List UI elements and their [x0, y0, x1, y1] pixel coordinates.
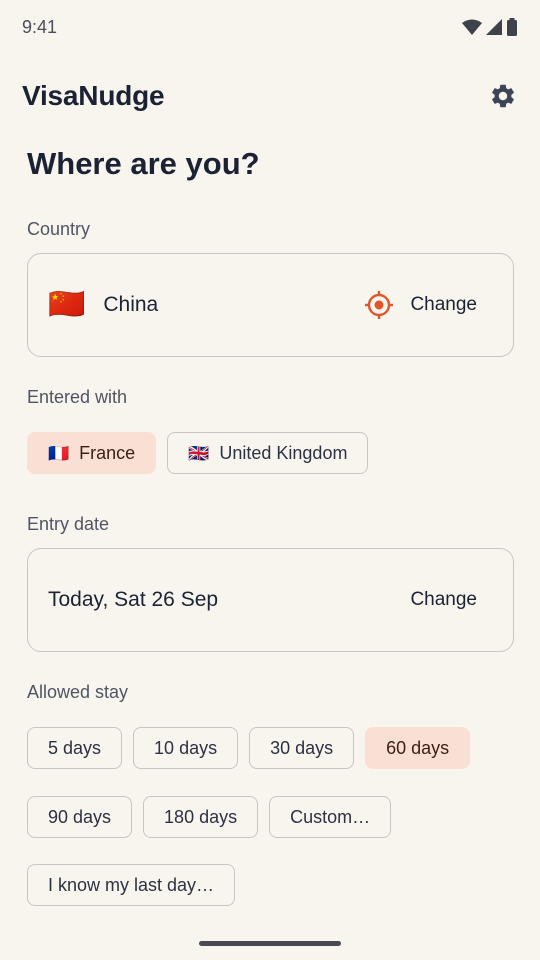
- chip-label: France: [79, 442, 136, 463]
- location-target-icon: [365, 291, 394, 319]
- france-flag-icon: 🇫🇷: [48, 443, 70, 463]
- allowed-stay-label: Allowed stay: [27, 682, 129, 702]
- country-label: Country: [27, 219, 91, 239]
- gear-icon: [492, 84, 514, 108]
- country-value: China: [103, 293, 159, 316]
- cellular-signal-icon: [486, 19, 502, 35]
- status-bar: 9:41: [0, 0, 540, 54]
- page-title: Where are you?: [27, 146, 260, 181]
- change-country-label: Change: [410, 294, 477, 315]
- status-time: 9:41: [22, 16, 58, 37]
- change-date-button[interactable]: Change: [410, 589, 493, 611]
- app-title: VisaNudge: [22, 80, 165, 111]
- change-country-button[interactable]: Change: [364, 290, 493, 320]
- stay-chips-row-1: 5 days 10 days 30 days 60 days: [27, 727, 471, 769]
- chip-united-kingdom[interactable]: 🇬🇧 United Kingdom: [167, 432, 369, 474]
- stay-chips-row-3: I know my last day…: [27, 864, 236, 906]
- chip-custom[interactable]: Custom…: [269, 796, 392, 838]
- entry-date-card[interactable]: Today, Sat 26 Sep Change: [27, 548, 514, 652]
- app-bar: VisaNudge: [0, 70, 540, 122]
- china-flag-icon: 🇨🇳: [48, 288, 86, 321]
- country-card[interactable]: 🇨🇳 China Change: [27, 253, 514, 357]
- chip-label: United Kingdom: [219, 442, 348, 463]
- entry-date-label: Entry date: [27, 514, 110, 534]
- chip-60-days[interactable]: 60 days: [365, 727, 471, 769]
- chip-i-know-last-day[interactable]: I know my last day…: [27, 864, 236, 906]
- chip-10-days[interactable]: 10 days: [133, 727, 239, 769]
- battery-icon: [507, 18, 517, 36]
- wifi-icon: [462, 19, 482, 35]
- change-date-label: Change: [410, 589, 477, 610]
- chip-5-days[interactable]: 5 days: [27, 727, 123, 769]
- chip-180-days[interactable]: 180 days: [143, 796, 259, 838]
- chip-90-days[interactable]: 90 days: [27, 796, 133, 838]
- status-icons: [462, 18, 518, 36]
- chip-30-days[interactable]: 30 days: [249, 727, 355, 769]
- entered-with-label: Entered with: [27, 387, 128, 407]
- entry-date-value: Today, Sat 26 Sep: [48, 588, 219, 611]
- uk-flag-icon: 🇬🇧: [188, 443, 210, 463]
- chip-france[interactable]: 🇫🇷 France: [27, 432, 157, 474]
- stay-chips-row-2: 90 days 180 days Custom…: [27, 796, 392, 838]
- settings-button[interactable]: [488, 81, 518, 111]
- entered-with-chips: 🇫🇷 France 🇬🇧 United Kingdom: [27, 432, 369, 474]
- gesture-nav-handle[interactable]: [199, 941, 341, 946]
